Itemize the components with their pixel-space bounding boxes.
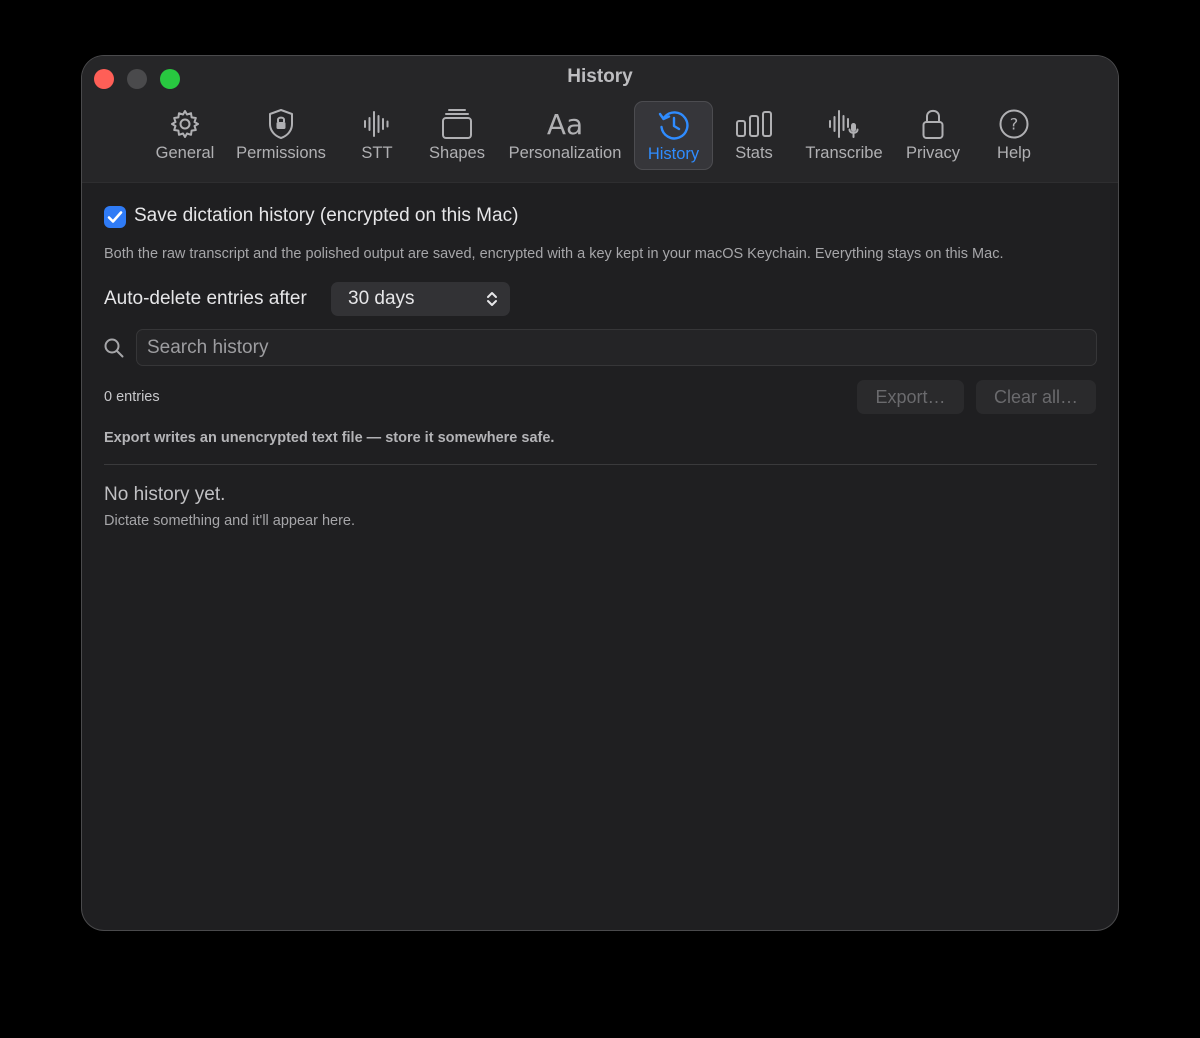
tab-help[interactable]: ? Help <box>992 101 1036 170</box>
checkmark-icon <box>107 211 123 223</box>
shield-lock-icon <box>242 106 320 142</box>
settings-window: History General Permissions STT Shapes A… <box>82 56 1118 930</box>
tab-label: Transcribe <box>805 144 883 162</box>
window-title: History <box>567 66 633 87</box>
tab-privacy[interactable]: Privacy <box>906 101 960 170</box>
stack-icon <box>427 106 487 142</box>
save-history-label[interactable]: Save dictation history (encrypted on thi… <box>134 205 518 227</box>
tab-history[interactable]: History <box>634 101 713 170</box>
textformat-icon: Aa <box>546 107 584 141</box>
lock-icon <box>907 106 959 142</box>
search-field[interactable] <box>136 329 1097 366</box>
tab-label: Help <box>997 144 1031 162</box>
tab-general[interactable]: General <box>153 101 217 170</box>
tab-stt[interactable]: STT <box>352 101 402 170</box>
tab-shapes[interactable]: Shapes <box>427 101 487 170</box>
tab-label: Personalization <box>508 144 622 162</box>
clear-all-button[interactable]: Clear all… <box>976 380 1096 414</box>
tab-label: Permissions <box>236 144 326 162</box>
auto-delete-label: Auto-delete entries after <box>104 288 307 309</box>
question-circle-icon: ? <box>992 106 1036 142</box>
tab-permissions[interactable]: Permissions <box>236 101 326 170</box>
auto-delete-select[interactable]: 30 days <box>331 282 510 316</box>
tab-label: Privacy <box>905 144 961 162</box>
empty-state-subtitle: Dictate something and it'll appear here. <box>104 513 356 529</box>
history-description: Both the raw transcript and the polished… <box>104 246 1004 262</box>
tab-personalization[interactable]: Aa Personalization <box>509 101 622 170</box>
bar-chart-icon <box>730 106 778 142</box>
search-input[interactable] <box>137 330 1096 365</box>
tab-transcribe[interactable]: Transcribe <box>805 101 883 170</box>
tab-label: Stats <box>735 144 773 162</box>
search-icon <box>104 338 124 363</box>
export-warning: Export writes an unencrypted text file —… <box>104 430 555 446</box>
auto-delete-value: 30 days <box>348 288 415 309</box>
title-bar-toolbar: History General Permissions STT Shapes A… <box>82 56 1118 183</box>
tab-stats[interactable]: Stats <box>730 101 778 170</box>
gear-icon <box>153 106 217 142</box>
save-history-checkbox[interactable] <box>104 206 126 228</box>
empty-state-title: No history yet. <box>104 484 226 505</box>
export-button[interactable]: Export… <box>857 380 964 414</box>
tab-label: Shapes <box>429 144 485 162</box>
svg-text:?: ? <box>1010 115 1019 134</box>
waveform-icon <box>352 106 402 142</box>
chevron-up-down-icon <box>486 291 498 312</box>
waveform-mic-icon <box>810 106 878 142</box>
divider <box>104 464 1097 465</box>
entries-count: 0 entries <box>104 389 160 405</box>
clock-history-icon <box>635 107 712 143</box>
